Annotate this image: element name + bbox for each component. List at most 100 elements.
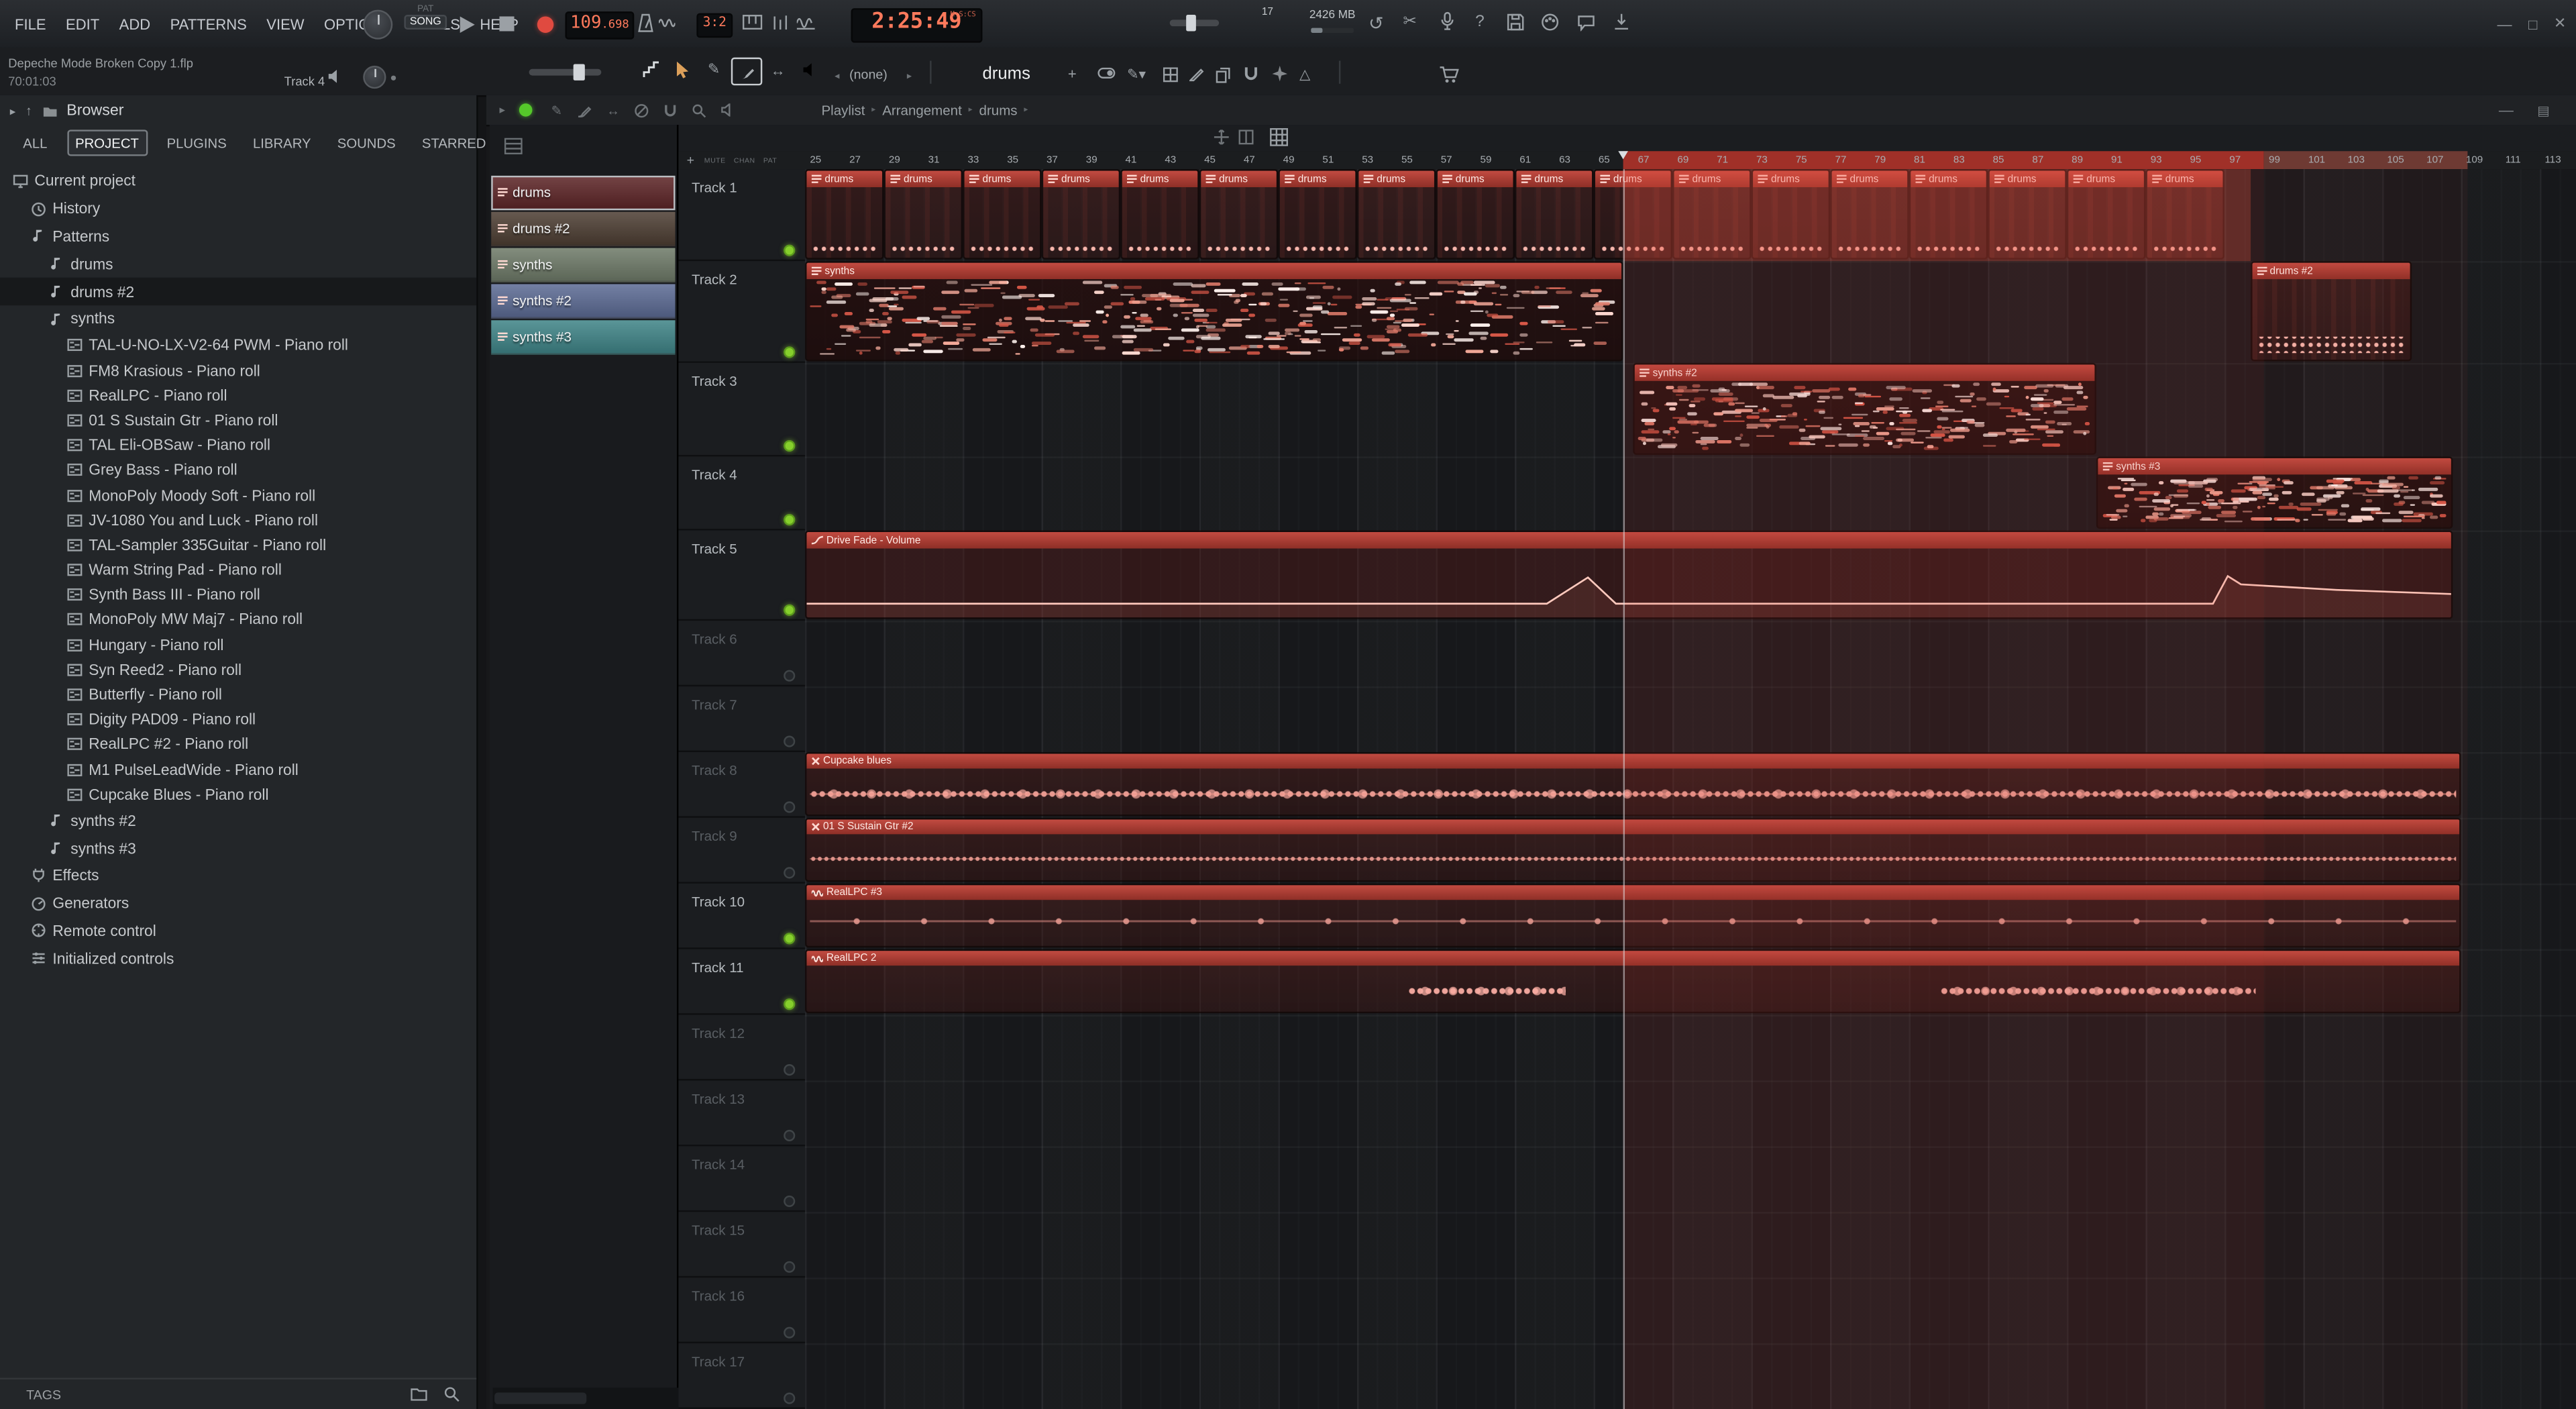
browser-up-icon[interactable]: ↑ [25, 103, 32, 118]
clip-drums[interactable]: drums [1752, 169, 1831, 260]
menu-patterns[interactable]: PATTERNS [160, 15, 257, 32]
save-icon[interactable] [1507, 13, 1525, 32]
clip-drums-2[interactable]: drums #2 [2250, 261, 2412, 361]
selector-none[interactable]: (none) [849, 67, 888, 82]
export-icon[interactable] [1613, 13, 1629, 32]
position-display[interactable]: 3:2 [696, 13, 733, 38]
track-header[interactable]: Track 3 [678, 363, 805, 457]
clip-01-S-Sustain-Gtr-2[interactable]: 01 S Sustain Gtr #2 [805, 818, 2461, 882]
magnet-icon[interactable] [1244, 66, 1258, 82]
tree-item[interactable]: Digity PAD09 - Piano roll [0, 707, 476, 732]
tab-sounds[interactable]: SOUNDS [331, 132, 402, 154]
clip-drums[interactable]: drums [1830, 169, 1909, 260]
tree-item[interactable]: Butterfly - Piano roll [0, 682, 476, 707]
track-lane[interactable] [805, 1080, 2576, 1147]
pattern-item-synths-2[interactable]: synths #2 [491, 284, 675, 318]
browser-folder-icon[interactable] [42, 104, 56, 117]
tree-item[interactable]: Warm String Pad - Piano roll [0, 558, 476, 582]
triangle-icon[interactable]: △ [1299, 66, 1310, 84]
clip-drums[interactable]: drums [1672, 169, 1752, 260]
tree-item[interactable]: Current project [0, 168, 476, 195]
clip-drums[interactable]: drums [884, 169, 963, 260]
pencil-menu-icon[interactable]: ✎▾ [1127, 66, 1146, 84]
record-arm-icon[interactable] [519, 103, 532, 117]
track-activity-dot[interactable] [784, 1130, 795, 1141]
tab-project[interactable]: PROJECT [67, 129, 147, 156]
menu-edit[interactable]: EDIT [56, 15, 109, 32]
wave-monitor-icon[interactable] [797, 15, 815, 30]
clip-synths[interactable]: synths [805, 261, 1623, 361]
timeline-ruler[interactable]: 2527293133353739414345474951535557596163… [805, 151, 2576, 170]
tree-item[interactable]: Hungary - Piano roll [0, 632, 476, 657]
move-icon[interactable] [1214, 129, 1229, 144]
tree-item[interactable]: Grey Bass - Piano roll [0, 458, 476, 482]
track-activity-dot[interactable] [784, 867, 795, 878]
pl-zoom-icon[interactable] [692, 103, 707, 117]
clip-RealLPC-2[interactable]: RealLPC 2 [805, 949, 2461, 1013]
prev-arrow-icon[interactable]: ◂ [835, 70, 839, 82]
track-activity-dot[interactable] [784, 801, 795, 813]
track-activity-dot[interactable] [784, 1261, 795, 1273]
tempo-display[interactable]: 109.698 [565, 11, 634, 40]
track-lane[interactable] [805, 621, 2576, 688]
playlist-grid[interactable]: drumsdrumsdrumsdrumsdrumsdrumsdrumsdrums… [805, 169, 2576, 1409]
toggle-icon[interactable] [1097, 67, 1116, 79]
track-activity-dot[interactable] [784, 1196, 795, 1207]
pat-song-toggle[interactable]: PAT SONG [404, 5, 447, 30]
pl-mute-icon[interactable] [635, 103, 649, 117]
track-lane[interactable] [805, 1277, 2576, 1345]
tab-library[interactable]: LIBRARY [246, 132, 317, 154]
tree-item[interactable]: MonoPoly Moody Soft - Piano roll [0, 482, 476, 507]
breadcrumb-item[interactable]: Playlist [821, 102, 865, 118]
tree-item[interactable]: JV-1080 You and Luck - Piano roll [0, 508, 476, 533]
clip-drums[interactable]: drums [1515, 169, 1594, 260]
undo-icon[interactable]: ↺ [1368, 13, 1384, 35]
close-button[interactable]: ✕ [2554, 15, 2566, 33]
track-header[interactable]: Track 7 [678, 686, 805, 752]
clip-drums[interactable]: drums [963, 169, 1042, 260]
menu-file[interactable]: FILE [5, 15, 56, 32]
track-header[interactable]: Track 5 [678, 531, 805, 621]
paint-tool-button[interactable] [731, 58, 763, 86]
tree-item[interactable]: Syn Reed2 - Piano roll [0, 658, 476, 682]
menu-add[interactable]: ADD [109, 15, 160, 32]
clip-drums[interactable]: drums [1278, 169, 1357, 260]
picker-grid-icon[interactable] [504, 138, 523, 154]
pl-brush-icon[interactable] [577, 103, 592, 117]
clip-Drive-Fade-Volume[interactable]: Drive Fade - Volume [805, 531, 2453, 619]
play-button[interactable] [455, 13, 478, 35]
track-lane[interactable] [805, 686, 2576, 753]
clip-drums[interactable]: drums [1436, 169, 1515, 260]
browser-collapse-icon[interactable]: ▸ [10, 104, 16, 117]
main-volume-knob[interactable] [363, 10, 392, 40]
track-activity-dot[interactable] [784, 514, 795, 525]
keyboard-icon[interactable] [743, 15, 762, 30]
clip-Cupcake-blues[interactable]: Cupcake blues [805, 752, 2461, 816]
tree-item[interactable]: Effects [0, 862, 476, 890]
levels-icon[interactable] [772, 15, 788, 30]
metronome-icon[interactable] [637, 13, 653, 33]
clip-drums[interactable]: drums [1988, 169, 2067, 260]
tab-starred[interactable]: STARRED [415, 132, 492, 154]
draw-tool-button[interactable] [669, 58, 697, 83]
tree-item[interactable]: RealLPC - Piano roll [0, 383, 476, 408]
pattern-item-drums[interactable]: drums [491, 176, 675, 210]
track-activity-dot[interactable] [784, 736, 795, 747]
pattern-selector[interactable]: drums [982, 64, 1030, 83]
minimize-button[interactable]: — [2497, 15, 2512, 32]
zoom-slider-thumb[interactable] [574, 64, 585, 80]
breadcrumb-item[interactable]: drums [979, 102, 1018, 118]
playlist-titlebar[interactable]: ▸ ✎ ↔ Playlist▸Arrangement▸drums▸ — ▤ [486, 95, 2576, 127]
tree-item[interactable]: TAL Eli-OBSaw - Piano roll [0, 433, 476, 458]
clip-drums[interactable]: drums [1357, 169, 1436, 260]
song-mode-label[interactable]: SONG [404, 15, 447, 30]
tree-item[interactable]: RealLPC #2 - Piano roll [0, 732, 476, 757]
tree-item[interactable]: synths #3 [0, 835, 476, 862]
tree-item[interactable]: TAL-Sampler 335Guitar - Piano roll [0, 533, 476, 558]
playhead-marker[interactable] [1617, 151, 1627, 159]
tree-item[interactable]: M1 PulseLeadWide - Piano roll [0, 757, 476, 782]
pattern-panel-scroll-thumb[interactable] [494, 1393, 586, 1404]
maximize-button[interactable]: □ [2528, 15, 2537, 32]
pl-pencil-icon[interactable]: ✎ [551, 103, 562, 117]
track-activity-dot[interactable] [784, 346, 795, 358]
